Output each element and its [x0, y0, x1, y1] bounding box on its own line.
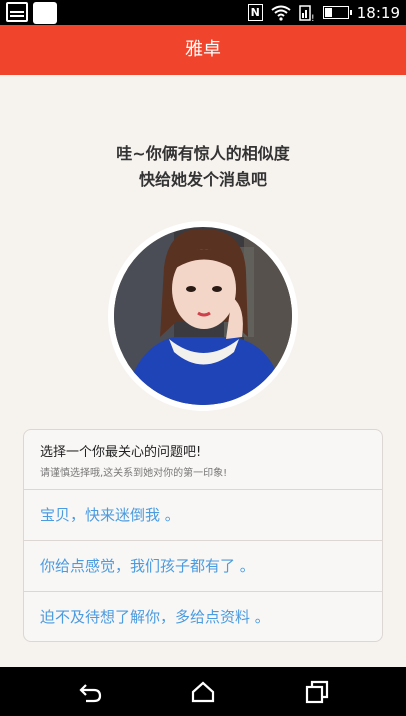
question-title: 选择一个你最关心的问题吧!: [40, 445, 202, 460]
question-subtitle: 请谨慎选择哦,这关系到她对你的第一印象!: [40, 468, 228, 479]
notification-icons: [6, 2, 57, 24]
question-card: 选择一个你最关心的问题吧! 请谨慎选择哦,这关系到她对你的第一印象! 宝贝，快来…: [23, 429, 383, 642]
match-headline: 哇~你俩有惊人的相似度: [116, 144, 290, 163]
recents-icon[interactable]: [304, 679, 330, 705]
battery-icon: [322, 6, 352, 19]
option-2[interactable]: 你给点感觉，我们孩子都有了 。: [24, 541, 382, 592]
clock: 18:19: [356, 3, 400, 22]
back-icon[interactable]: [78, 679, 104, 705]
notification-icon: [33, 2, 57, 24]
app-title: 雅卓: [0, 25, 406, 75]
home-icon[interactable]: [190, 679, 216, 705]
nfc-icon: N: [247, 4, 263, 21]
navigation-bar: [0, 667, 406, 716]
option-1[interactable]: 宝贝，快来迷倒我 。: [24, 490, 382, 541]
notification-icon: [6, 2, 28, 22]
option-3[interactable]: 迫不及待想了解你，多给点资料 。: [24, 592, 382, 641]
status-bar: N ! 18:19: [0, 0, 406, 25]
svg-text:!: !: [311, 14, 315, 22]
signal-icon: !: [299, 4, 315, 22]
avatar-photo: [114, 227, 292, 405]
question-header: 选择一个你最关心的问题吧! 请谨慎选择哦,这关系到她对你的第一印象!: [24, 430, 382, 490]
avatar[interactable]: [108, 221, 298, 411]
match-subheadline: 快给她发个消息吧: [138, 170, 267, 189]
wifi-icon: [271, 5, 291, 21]
